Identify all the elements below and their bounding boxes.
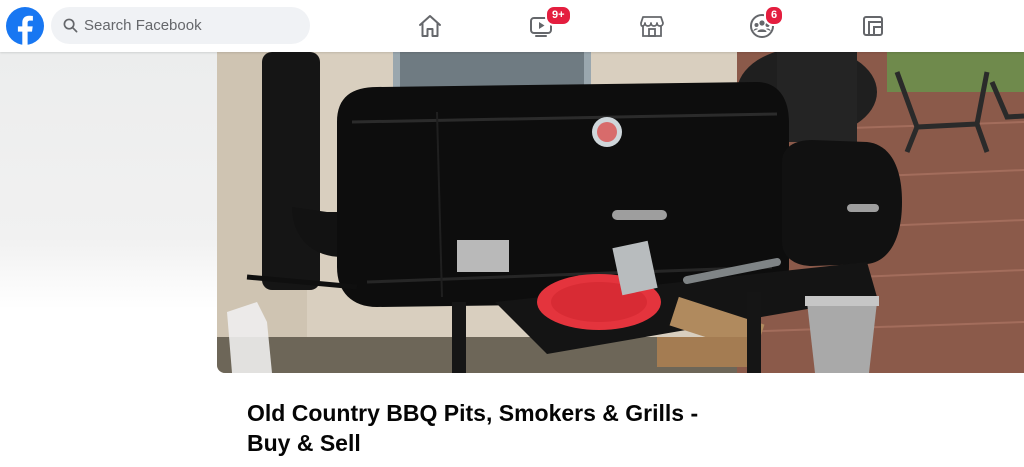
- groups-notification-badge: 6: [764, 5, 785, 26]
- watch-notification-badge: 9+: [545, 5, 572, 26]
- group-title: Old Country BBQ Pits, Smokers & Grills -…: [247, 400, 699, 456]
- nav-tab-gaming[interactable]: [853, 9, 893, 43]
- facebook-logo-icon[interactable]: [6, 7, 44, 45]
- group-cover-photo[interactable]: [217, 52, 1024, 373]
- left-sidebar-background: [0, 52, 217, 467]
- top-navigation-bar: 9+ 6: [0, 0, 1024, 52]
- marketplace-icon: [640, 16, 664, 37]
- home-icon: [419, 15, 441, 37]
- bbq-smoker-photo: [217, 52, 1024, 373]
- nav-tab-home[interactable]: [410, 9, 450, 43]
- search-icon: [63, 18, 78, 33]
- gaming-icon: [863, 16, 883, 36]
- search-bar[interactable]: [51, 7, 310, 44]
- nav-tab-marketplace[interactable]: [632, 9, 672, 43]
- search-input[interactable]: [84, 7, 299, 44]
